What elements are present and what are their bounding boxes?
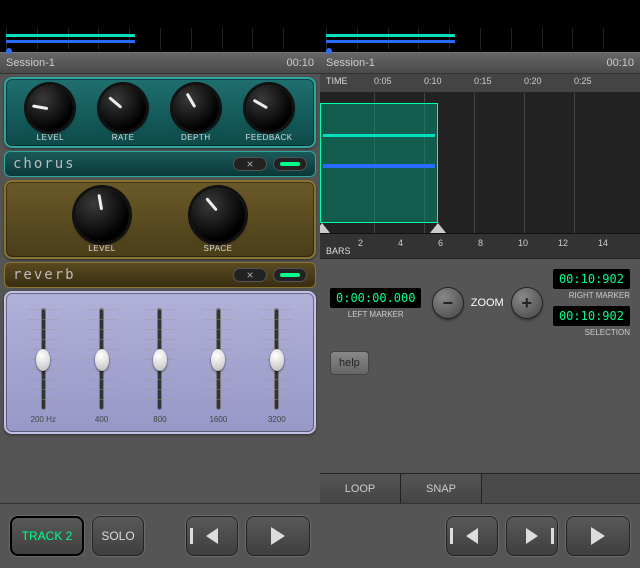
- eq-slider-200[interactable]: [42, 309, 45, 409]
- session-time: 00:10: [286, 57, 314, 69]
- skip-start-icon: [466, 528, 478, 544]
- solo-button[interactable]: SOLO: [92, 516, 144, 556]
- play-icon: [271, 527, 285, 545]
- zoom-in-button[interactable]: +: [512, 288, 542, 318]
- right-marker-readout: 00:10:902: [553, 269, 630, 289]
- eq-module: 200 Hz 400 800 1600 3200: [4, 291, 316, 434]
- zoom-label: ZOOM: [471, 297, 504, 309]
- mode-tabs: LOOP SNAP: [320, 473, 640, 504]
- right-marker-handle[interactable]: [430, 223, 446, 233]
- left-marker-handle[interactable]: [320, 223, 330, 233]
- session-name: Session-1: [6, 57, 55, 69]
- zoom-out-button[interactable]: −: [433, 288, 463, 318]
- session-bar-right: Session-1 00:10: [320, 52, 640, 74]
- chorus-close-button[interactable]: [233, 157, 267, 171]
- chorus-title-bar: chorus: [4, 151, 316, 177]
- transport-bar-left: TRACK 2 SOLO: [0, 503, 320, 568]
- play-icon: [591, 527, 605, 545]
- bars-ruler[interactable]: BARS 2 4 6 8 10 12 14: [320, 234, 640, 259]
- reverb-title-bar: reverb: [4, 262, 316, 288]
- reverb-power-button[interactable]: [273, 268, 307, 282]
- chorus-feedback-knob[interactable]: [246, 85, 292, 131]
- skip-end-button[interactable]: [506, 516, 558, 556]
- help-button[interactable]: help: [330, 351, 369, 375]
- chorus-label: chorus: [13, 156, 76, 172]
- eq-slider-800[interactable]: [158, 309, 161, 409]
- snap-tab[interactable]: SNAP: [401, 474, 482, 504]
- time-ruler[interactable]: TIME 0:05 0:10 0:15 0:20 0:25: [320, 74, 640, 93]
- mini-timeline-right: [320, 0, 640, 52]
- left-marker-readout: 0:00:00.000 LEFT MARKER: [330, 288, 421, 319]
- reverb-module: LEVEL SPACE: [4, 180, 316, 259]
- reverb-label: reverb: [13, 267, 76, 283]
- skip-start-icon: [206, 528, 218, 544]
- eq-slider-1600[interactable]: [217, 309, 220, 409]
- play-button[interactable]: [246, 516, 310, 556]
- selection-readout: 00:10:902: [553, 306, 630, 326]
- skip-end-icon: [526, 528, 538, 544]
- loop-tab[interactable]: LOOP: [320, 474, 401, 504]
- chorus-level-knob[interactable]: [27, 85, 73, 131]
- skip-start-button[interactable]: [446, 516, 498, 556]
- reverb-close-button[interactable]: [233, 268, 267, 282]
- session-time: 00:10: [606, 57, 634, 69]
- mini-timeline: [0, 0, 320, 52]
- reverb-level-knob[interactable]: [75, 188, 129, 242]
- eq-slider-3200[interactable]: [275, 309, 278, 409]
- timeline-view[interactable]: [320, 93, 640, 234]
- chorus-rate-knob[interactable]: [100, 85, 146, 131]
- prev-button[interactable]: [186, 516, 238, 556]
- session-name: Session-1: [326, 57, 375, 69]
- transport-bar-right: [320, 503, 640, 568]
- chorus-depth-knob[interactable]: [173, 85, 219, 131]
- audio-region[interactable]: [320, 103, 438, 223]
- play-button[interactable]: [566, 516, 630, 556]
- track-select-button[interactable]: TRACK 2: [10, 516, 84, 556]
- reverb-space-knob[interactable]: [191, 188, 245, 242]
- chorus-power-button[interactable]: [273, 157, 307, 171]
- eq-slider-400[interactable]: [100, 309, 103, 409]
- session-bar: Session-1 00:10: [0, 52, 320, 74]
- chorus-module: LEVEL RATE DEPTH FEEDBACK: [4, 77, 316, 148]
- fx-pane: Session-1 00:10 LEVEL RATE DEPTH FEEDBAC…: [0, 0, 320, 568]
- timeline-pane: Session-1 00:10 TIME 0:05 0:10 0:15 0:20…: [320, 0, 640, 568]
